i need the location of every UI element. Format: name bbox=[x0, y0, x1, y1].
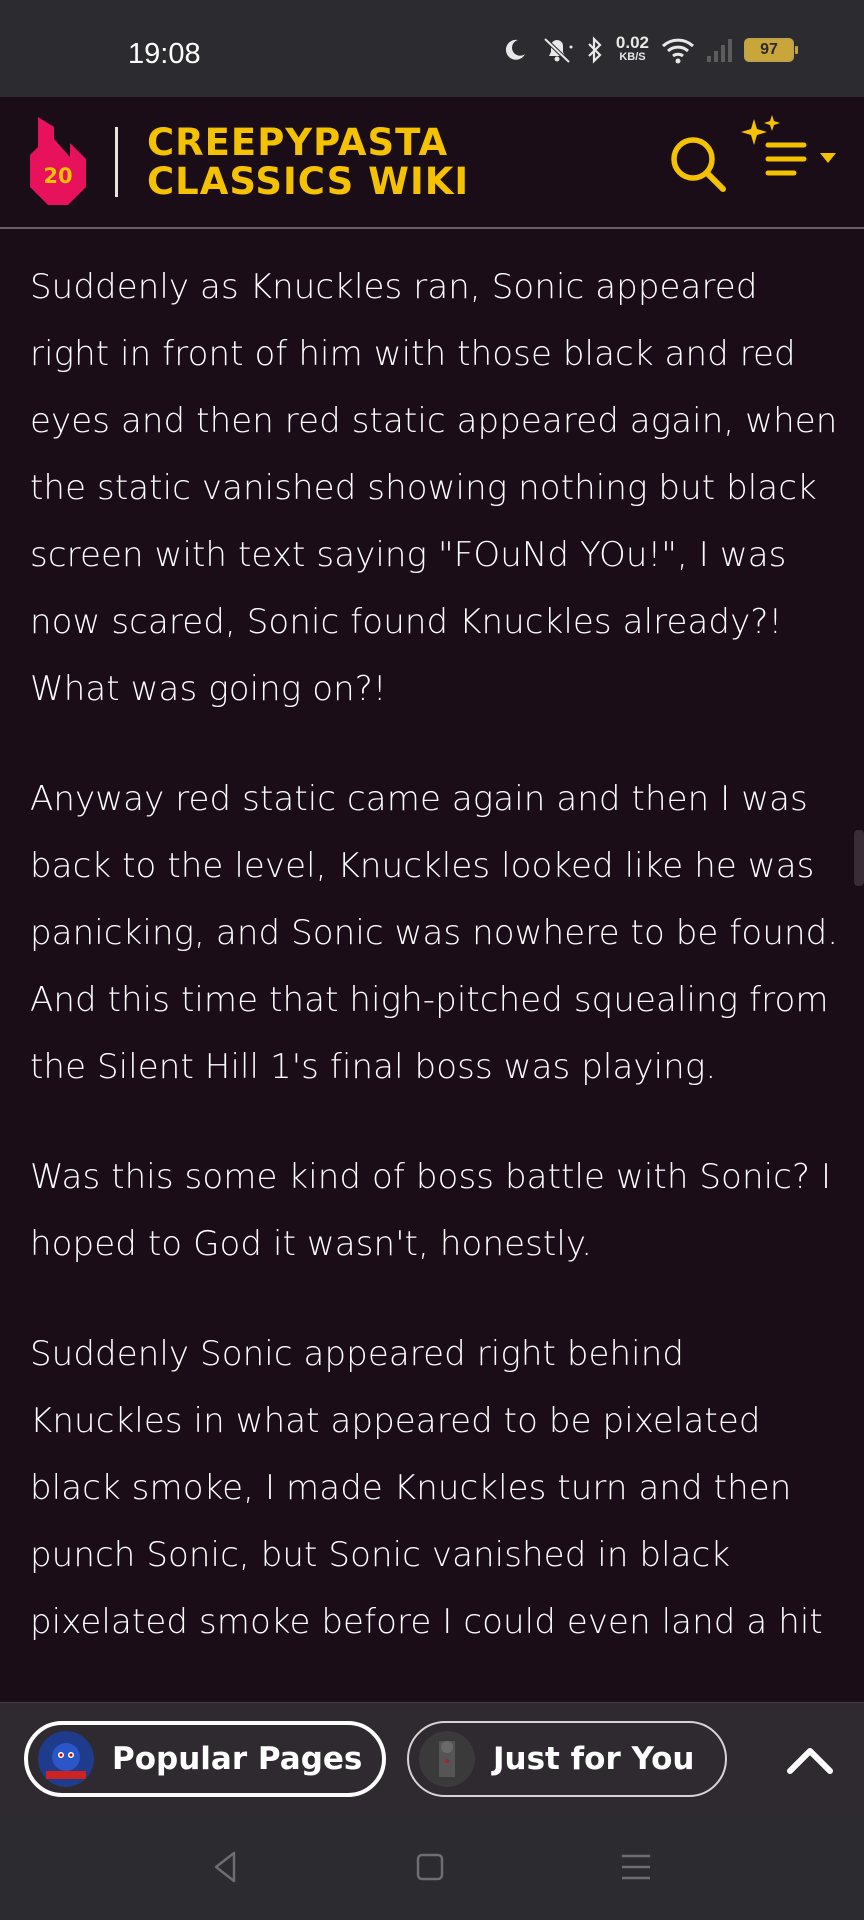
fandom-logo-icon[interactable]: 20 bbox=[28, 117, 88, 205]
just-for-you-label: Just for You bbox=[493, 1741, 695, 1777]
article-paragraph: Suddenly Sonic appeared right behind Knu… bbox=[30, 1334, 823, 1642]
logo-badge-number: 20 bbox=[43, 164, 72, 188]
back-nav-icon[interactable] bbox=[206, 1847, 246, 1887]
status-time: 19:08 bbox=[128, 38, 201, 70]
menu-sparkle-icon[interactable] bbox=[732, 115, 840, 195]
scrollbar-thumb[interactable] bbox=[854, 830, 864, 886]
battery-icon: 97 bbox=[744, 38, 798, 62]
bell-muted-icon bbox=[543, 37, 573, 64]
popular-pages-thumbnail bbox=[38, 1731, 94, 1787]
home-nav-icon[interactable] bbox=[410, 1847, 450, 1887]
article-paragraph: Anyway red static came again and then I … bbox=[30, 779, 839, 1087]
network-speed-unit: KB/S bbox=[619, 51, 646, 63]
just-for-you-button[interactable]: Just for You bbox=[407, 1721, 727, 1797]
article-paragraph: Suddenly as Knuckles ran, Sonic appeared… bbox=[30, 267, 838, 709]
signal-icon bbox=[707, 38, 732, 62]
search-icon[interactable] bbox=[668, 134, 728, 194]
wiki-title[interactable]: CREEPYPASTA CLASSICS WIKI bbox=[147, 123, 469, 201]
network-speed-value: 0.02 bbox=[615, 33, 649, 52]
bluetooth-icon bbox=[588, 36, 602, 64]
just-for-you-thumbnail bbox=[419, 1731, 475, 1787]
header-divider bbox=[115, 127, 118, 197]
status-icons: 0.02 KB/S 97 bbox=[502, 33, 798, 64]
wiki-header: 20 CREEPYPASTA CLASSICS WIKI bbox=[0, 97, 864, 229]
wiki-title-line1: CREEPYPASTA bbox=[147, 121, 449, 164]
chevron-up-icon[interactable] bbox=[786, 1737, 834, 1781]
moon-icon bbox=[505, 39, 525, 60]
network-speed: 0.02 KB/S bbox=[615, 33, 649, 64]
system-navigation-bar bbox=[0, 1815, 864, 1920]
status-bar: 19:08 0.02 KB/S 97 bbox=[0, 0, 864, 97]
wifi-icon bbox=[661, 38, 695, 64]
popular-pages-button[interactable]: Popular Pages bbox=[24, 1721, 386, 1797]
wiki-title-line2: CLASSICS WIKI bbox=[147, 160, 470, 203]
article-paragraph: Was this some kind of boss battle with S… bbox=[30, 1157, 832, 1264]
recents-nav-icon[interactable] bbox=[616, 1847, 656, 1887]
article-content: Suddenly as Knuckles ran, Sonic appeared… bbox=[30, 227, 840, 1702]
bottom-recommendation-bar: Popular Pages Just for You bbox=[0, 1702, 864, 1815]
popular-pages-label: Popular Pages bbox=[112, 1741, 363, 1777]
